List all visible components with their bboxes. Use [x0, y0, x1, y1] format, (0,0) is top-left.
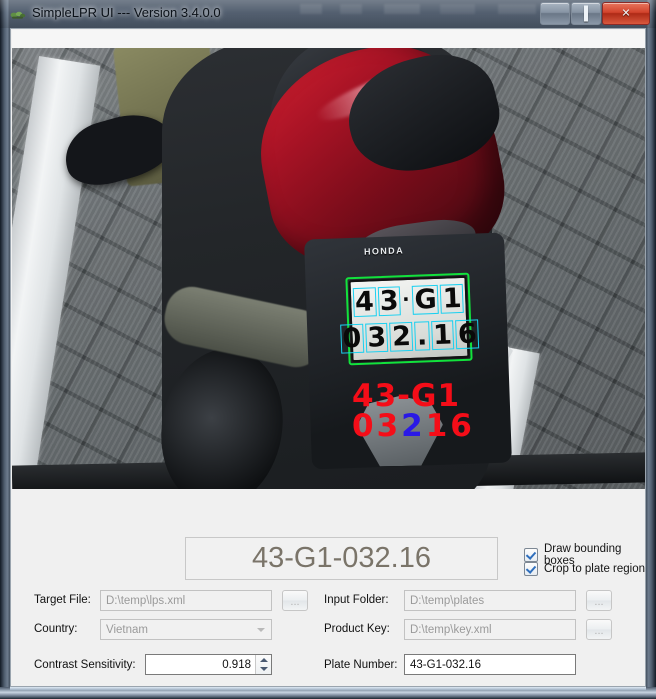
captured-photo: HONDA 4 3 · G 1 0 3 2 . 1 6 43-G1 03216 [12, 48, 645, 489]
window-controls: ✕ [540, 2, 650, 25]
license-plate: 4 3 · G 1 0 3 2 . 1 6 [340, 272, 480, 366]
input-folder-input[interactable]: D:\temp\plates [404, 590, 576, 611]
product-key-browse-button[interactable]: ... [586, 619, 612, 640]
plate-char: . [414, 319, 430, 352]
contrast-sensitivity-label: Contrast Sensitivity: [34, 659, 136, 671]
plate-number-display: 43-G1-032.16 [185, 537, 498, 580]
plate-separator: · [402, 285, 412, 314]
input-folder-label: Input Folder: [324, 594, 389, 606]
product-key-label: Product Key: [324, 623, 390, 635]
plate-char: 2 [389, 320, 414, 353]
target-file-input[interactable]: D:\temp\lps.xml [100, 590, 272, 611]
product-key-input[interactable]: D:\temp\key.xml [404, 619, 576, 640]
target-file-label: Target File: [34, 594, 91, 606]
target-file-browse-button[interactable]: ... [282, 590, 308, 611]
window-frame-bottom [0, 687, 656, 699]
window-frame-right [646, 0, 656, 699]
plate-row-bottom: 0 3 2 . 1 6 [340, 316, 480, 356]
maximize-button[interactable] [571, 2, 601, 25]
client-area: HONDA 4 3 · G 1 0 3 2 . 1 6 43-G1 03216 … [10, 28, 646, 687]
plate-char: 0 [340, 322, 364, 355]
plate-row-top: 4 3 · G 1 [352, 281, 465, 319]
country-dropdown[interactable]: Vietnam [100, 619, 272, 640]
checkbox-crop-to-plate-region-label: Crop to plate region [544, 563, 646, 575]
stepper-arrows[interactable] [255, 655, 271, 674]
checkbox-crop-to-plate-region[interactable]: Crop to plate region [524, 562, 645, 576]
plate-char: 4 [352, 285, 377, 318]
checkbox-icon[interactable] [524, 562, 538, 576]
plate-char: 3 [364, 321, 389, 354]
plate-char: G [412, 283, 440, 316]
application-window: SimpleLPR UI --- Version 3.4.0.0 ✕ HONDA… [0, 0, 656, 699]
minimize-button[interactable] [540, 2, 570, 25]
control-panel: 43-G1-032.16 Draw bounding boxes Crop to… [12, 489, 645, 686]
stepper-up-icon[interactable] [259, 657, 268, 662]
checkbox-icon[interactable] [524, 548, 538, 562]
contrast-sensitivity-stepper[interactable]: 0.918 [145, 654, 272, 675]
window-frame-left [0, 0, 10, 699]
window-title: SimpleLPR UI --- Version 3.4.0.0 [32, 5, 221, 20]
plate-char: 1 [430, 318, 455, 351]
title-bar[interactable]: SimpleLPR UI --- Version 3.4.0.0 ✕ [0, 0, 656, 28]
country-dropdown-value: Vietnam [106, 623, 148, 636]
close-icon: ✕ [621, 7, 631, 19]
close-button[interactable]: ✕ [602, 2, 650, 25]
image-viewer[interactable]: HONDA 4 3 · G 1 0 3 2 . 1 6 43-G1 03216 [12, 30, 645, 489]
app-logo-icon [10, 11, 26, 19]
plate-char: 6 [455, 317, 480, 350]
input-folder-browse-button[interactable]: ... [586, 590, 612, 611]
chevron-down-icon [257, 628, 265, 632]
stepper-down-icon[interactable] [259, 667, 268, 672]
contrast-sensitivity-value: 0.918 [222, 658, 251, 671]
country-label: Country: [34, 623, 78, 635]
maximize-icon [584, 5, 588, 21]
plate-number-display-text: 43-G1-032.16 [252, 542, 431, 574]
plate-number-input[interactable]: 43-G1-032.16 [404, 654, 576, 675]
plate-char: 1 [440, 282, 465, 315]
plate-char: 3 [377, 284, 402, 317]
plate-number-label: Plate Number: [324, 659, 398, 671]
honda-badge-text: HONDA [363, 245, 405, 257]
